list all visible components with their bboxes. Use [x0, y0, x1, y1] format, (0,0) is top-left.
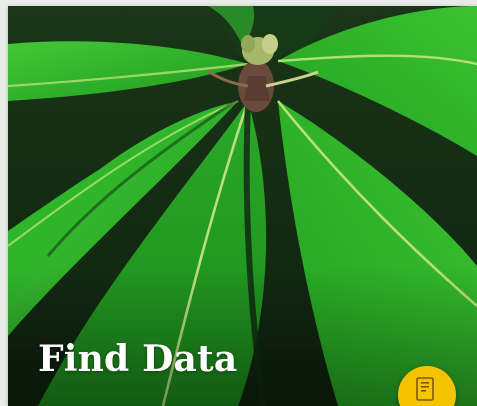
- document-icon: [416, 377, 434, 401]
- find-data-card[interactable]: Find Data: [8, 6, 477, 406]
- card-title[interactable]: Find Data: [38, 336, 237, 382]
- page: Find Data: [0, 0, 477, 406]
